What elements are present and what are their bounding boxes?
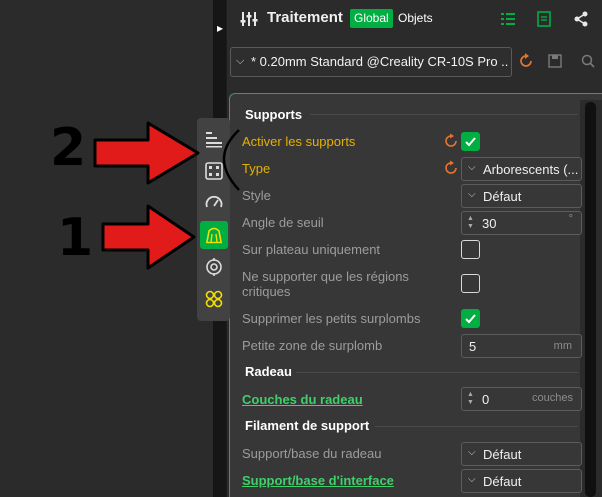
section-divider — [296, 372, 578, 373]
raft-layers-label[interactable]: Couches du radeau — [242, 392, 363, 407]
side-btn-multimaterial[interactable] — [200, 285, 228, 313]
section-supports: Supports — [245, 107, 303, 122]
threshold-angle-label: Angle de seuil — [242, 215, 324, 230]
build-plate-only-label: Sur plateau uniquement — [242, 242, 381, 257]
interface-filament-dropdown[interactable]: ⌵ Défaut — [461, 469, 582, 493]
support-style-dropdown[interactable]: ⌵ Défaut — [461, 184, 582, 208]
enable-supports-label: Activer les supports — [242, 134, 356, 149]
notes-icon[interactable] — [535, 10, 553, 28]
speedometer-icon — [205, 195, 223, 208]
build-plate-only-checkbox[interactable] — [461, 240, 480, 259]
process-preset-dropdown[interactable]: ⌵ * 0.20mm Standard @Creality CR-10S Pro… — [230, 47, 512, 77]
section-divider — [375, 426, 578, 427]
red-arrow-icon — [93, 121, 200, 185]
chevron-down-icon: ⌵ — [468, 447, 476, 458]
annotation-number-1: 1 — [57, 208, 94, 268]
collapse-panel-button[interactable]: ▸ — [214, 14, 226, 42]
scrollbar-thumb[interactable] — [585, 102, 596, 497]
chevron-down-icon: ⌵ — [468, 162, 476, 173]
save-icon[interactable] — [546, 52, 564, 70]
remove-small-overhangs-checkbox[interactable] — [461, 309, 480, 328]
type-label: Type — [242, 161, 271, 176]
target-icon — [206, 258, 222, 276]
style-label: Style — [242, 188, 271, 203]
sliders-icon — [240, 12, 258, 26]
support-structure-icon — [206, 227, 222, 244]
checkmark-icon — [465, 137, 476, 147]
tab-global[interactable]: Global — [350, 9, 393, 28]
preset-row: ⌵ * 0.20mm Standard @Creality CR-10S Pro… — [228, 40, 602, 84]
reset-icon[interactable] — [443, 160, 459, 176]
chevron-down-icon: ⌵ — [236, 55, 245, 67]
spin-arrows-icon[interactable]: ▲ ▼ — [467, 215, 474, 231]
panel-header: Traitement Global Objets — [228, 0, 602, 38]
side-btn-support[interactable] — [200, 221, 228, 249]
tab-objects[interactable]: Objets — [398, 11, 433, 25]
section-divider — [310, 114, 578, 115]
remove-small-overhangs-label: Supprimer les petits surplombs — [242, 311, 421, 326]
panel-title: Traitement — [267, 9, 343, 26]
chevron-down-icon: ⌵ — [468, 189, 476, 200]
raft-base-filament-label: Support/base du radeau — [242, 446, 382, 461]
section-support-filament: Filament de support — [245, 418, 370, 433]
side-btn-others[interactable] — [200, 253, 228, 281]
list-view-icon[interactable] — [499, 10, 517, 28]
chevron-down-icon: ⌵ — [468, 474, 476, 485]
red-arrow-icon — [101, 204, 196, 270]
clover-icon — [205, 290, 223, 308]
critical-regions-checkbox[interactable] — [461, 274, 480, 293]
annotation-number-2: 2 — [50, 118, 87, 178]
raft-layers-spinbox[interactable]: ▲ ▼ 0 couches — [461, 387, 582, 411]
enable-supports-checkbox[interactable] — [461, 132, 480, 151]
interface-filament-label[interactable]: Support/base d'interface — [242, 473, 394, 488]
checkmark-icon — [465, 314, 476, 324]
critical-regions-label: Ne supporter que les régions critiques — [242, 269, 409, 299]
reset-icon[interactable] — [443, 133, 459, 149]
reset-icon[interactable] — [517, 52, 535, 70]
small-overhang-area-field[interactable]: 5 mm — [461, 334, 582, 358]
spin-arrows-icon[interactable]: ▲ ▼ — [467, 391, 474, 407]
threshold-angle-spinbox[interactable]: ▲ ▼ 30 ° — [461, 211, 582, 235]
share-icon[interactable] — [572, 10, 590, 28]
small-overhang-area-label: Petite zone de surplomb — [242, 338, 383, 353]
preset-value: * 0.20mm Standard @Creality CR-10S Pro .… — [251, 54, 509, 69]
raft-base-filament-dropdown[interactable]: ⌵ Défaut — [461, 442, 582, 466]
section-raft: Radeau — [245, 364, 292, 379]
support-type-dropdown[interactable]: ⌵ Arborescents (... — [461, 157, 582, 181]
search-icon[interactable] — [579, 52, 597, 70]
annotation-bracket — [222, 129, 240, 191]
